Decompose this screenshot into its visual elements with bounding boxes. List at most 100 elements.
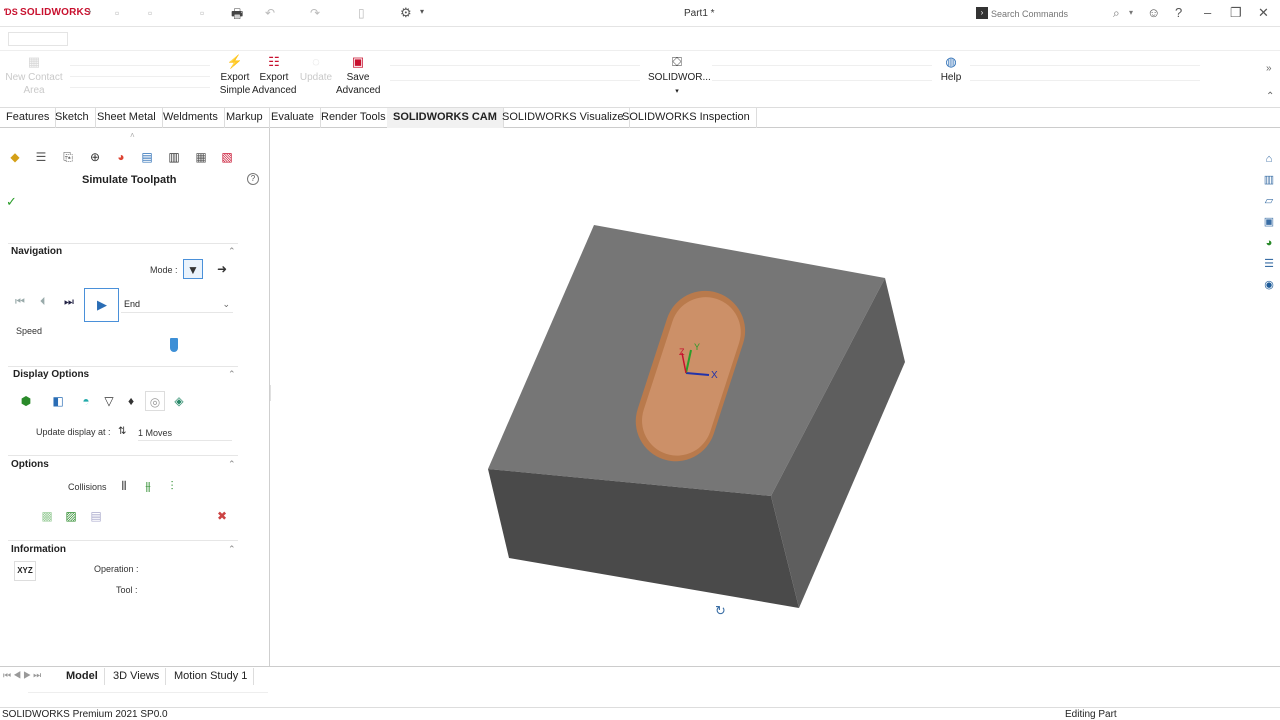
cam-operation-tree-icon[interactable]: ▥	[165, 148, 183, 166]
update-button[interactable]: ◌ Update	[298, 55, 334, 84]
information-collapse-icon[interactable]: ⌃	[228, 544, 236, 555]
sketch-toolbar-icons[interactable]	[8, 32, 68, 46]
save-stock-icon[interactable]: ▨	[61, 506, 81, 526]
cam-nc-manager-icon[interactable]: ▧	[218, 148, 236, 166]
save-stl-icon[interactable]: ▤	[86, 506, 106, 526]
minimize-icon[interactable]: –	[1204, 5, 1211, 20]
undo-icon[interactable]: ↶	[265, 6, 275, 20]
export-simple-button[interactable]: ⚡ Export Simple	[215, 55, 255, 97]
play-button[interactable]: ▶	[84, 288, 119, 322]
tab-solidworks-inspection[interactable]: SOLIDWORKS Inspection	[616, 108, 757, 128]
display-options-collapse-icon[interactable]: ⌃	[228, 369, 236, 380]
help-icon[interactable]: ?	[1175, 5, 1182, 20]
speed-slider-thumb[interactable]	[169, 338, 178, 352]
end-select[interactable]: End ⌄	[121, 297, 233, 313]
save-icon[interactable]: ▫	[200, 6, 204, 20]
tab-render-tools[interactable]: Render Tools	[315, 108, 393, 128]
step-back-icon[interactable]: ⏴	[40, 296, 46, 309]
options-collapse-icon[interactable]: ⌃	[228, 459, 236, 470]
graphics-area[interactable]: X Y Z ↻	[271, 128, 1256, 666]
show-holder-icon[interactable]: ♦	[121, 391, 141, 411]
workpiece-mode-icon[interactable]: ➜	[212, 259, 232, 279]
compare-model-icon[interactable]: ▩	[37, 506, 57, 526]
tab-weldments[interactable]: Weldments	[157, 108, 225, 128]
dropdown-arrow-icon[interactable]: ▾	[675, 88, 679, 95]
tab-scroll-arrows-icon[interactable]: ⏮◀▶⏭	[3, 670, 43, 681]
collision-fixture-icon[interactable]: ⫶	[162, 476, 182, 496]
tab-evaluate[interactable]: Evaluate	[265, 108, 321, 128]
logo-menu-arrow-icon[interactable]: ›	[88, 6, 91, 17]
show-toolpath-icon[interactable]: ◎	[145, 391, 165, 411]
update-display-value[interactable]: 1 Moves	[138, 428, 232, 441]
restore-icon[interactable]: ❐	[1230, 5, 1242, 21]
home-icon[interactable]: ⌂	[1260, 150, 1278, 168]
options-dropdown-icon[interactable]: ▾	[420, 7, 424, 16]
ok-check-icon[interactable]: ✓	[6, 194, 17, 210]
show-stock-icon[interactable]: ⬢	[16, 391, 36, 411]
navigation-collapse-icon[interactable]: ⌃	[228, 246, 236, 257]
panel-collapse-arrow-icon[interactable]: ˄	[130, 131, 135, 140]
panel-help-icon[interactable]: ?	[247, 173, 259, 185]
tab-sketch[interactable]: Sketch	[49, 108, 96, 128]
file-explorer-icon[interactable]: ▱	[1260, 192, 1278, 210]
display-manager-icon[interactable]: ◕	[112, 148, 130, 166]
open-file-icon[interactable]: ▫	[148, 6, 152, 20]
cam-feature-tree-icon[interactable]: ▤	[138, 148, 156, 166]
show-fixture-icon[interactable]: ◓	[76, 391, 96, 411]
show-tool-icon[interactable]: ▽	[99, 391, 119, 411]
tab-markup[interactable]: Markup	[220, 108, 270, 128]
tab-model[interactable]: Model	[60, 668, 105, 685]
options-gear-icon[interactable]: ⚙	[400, 5, 412, 21]
appearances-icon[interactable]: ◕	[1260, 234, 1278, 252]
model-viewport[interactable]: X Y Z ↻	[271, 128, 1256, 666]
community-globe-icon[interactable]: ◉	[1260, 276, 1278, 294]
tab-solidworks-cam[interactable]: SOLIDWORKS CAM	[387, 108, 504, 128]
search-dropdown-icon[interactable]: ▾	[1129, 8, 1133, 17]
operation-label: Operation :	[94, 564, 139, 574]
export-advanced-button[interactable]: ☷ Export Advanced	[252, 55, 296, 97]
tab-motion-study-1[interactable]: Motion Study 1	[168, 668, 255, 685]
tab-features[interactable]: Features	[0, 108, 57, 128]
save-advanced-button[interactable]: ▣ Save Advanced	[336, 55, 380, 97]
rebuild-icon[interactable]: ▯	[358, 6, 365, 20]
close-icon[interactable]: ✕	[1258, 5, 1269, 21]
help-button[interactable]: ◍ Help	[936, 55, 966, 84]
navigation-header[interactable]: Navigation	[11, 246, 62, 257]
close-simulation-icon[interactable]: ✖	[212, 506, 232, 526]
property-manager-icon[interactable]: ☰	[32, 148, 50, 166]
xyz-info-button[interactable]: XYZ	[14, 561, 36, 581]
search-input[interactable]	[991, 7, 1111, 21]
ribbon-collapse-icon[interactable]: ⌃	[1266, 91, 1274, 102]
search-icon[interactable]: ⌕	[1113, 6, 1120, 21]
show-difference-icon[interactable]: ◈	[169, 391, 189, 411]
ribbon-expand-icon[interactable]: »	[1266, 63, 1272, 74]
solidworks-addins-button[interactable]: ⛋ SOLIDWOR... ▾	[648, 55, 711, 98]
tab-sheet-metal[interactable]: Sheet Metal	[91, 108, 163, 128]
collision-tool-icon[interactable]: ⫴	[114, 476, 134, 496]
information-header[interactable]: Information	[11, 544, 66, 555]
speed-slider-track[interactable]	[16, 344, 216, 345]
rewind-start-icon[interactable]: ⏮	[15, 296, 25, 309]
tool-mode-icon[interactable]: ▼	[183, 259, 203, 279]
tab-3d-views[interactable]: 3D Views	[107, 668, 167, 685]
feature-manager-icon[interactable]: ◆	[6, 148, 24, 166]
step-forward-icon[interactable]: ⏭	[64, 296, 74, 309]
options-header[interactable]: Options	[11, 459, 49, 470]
configuration-manager-icon[interactable]: ⎘	[59, 148, 77, 166]
new-contact-area-button[interactable]: ▦ New Contact Area	[4, 55, 64, 97]
solidworks-logo[interactable]: ƊS SOLIDWORKS	[4, 7, 91, 18]
new-file-icon[interactable]: ▫	[115, 6, 119, 20]
show-part-icon[interactable]: ◧	[48, 391, 68, 411]
view-palette-icon[interactable]: ▣	[1260, 213, 1278, 231]
user-account-icon[interactable]: ☺	[1147, 5, 1160, 20]
collision-holder-icon[interactable]: ⫵	[138, 476, 158, 496]
tab-solidworks-visualize[interactable]: SOLIDWORKS Visualize	[496, 108, 631, 128]
design-library-icon[interactable]: ▥	[1260, 171, 1278, 189]
cam-tool-tree-icon[interactable]: ▦	[192, 148, 210, 166]
redo-icon[interactable]: ↷	[310, 6, 320, 20]
custom-properties-icon[interactable]: ☰	[1260, 255, 1278, 273]
search-commands-box[interactable]: › ⌕	[972, 4, 1138, 23]
display-options-header[interactable]: Display Options	[13, 369, 89, 380]
print-icon[interactable]: 🖶	[231, 5, 243, 27]
dimxpert-manager-icon[interactable]: ⊕	[86, 148, 104, 166]
